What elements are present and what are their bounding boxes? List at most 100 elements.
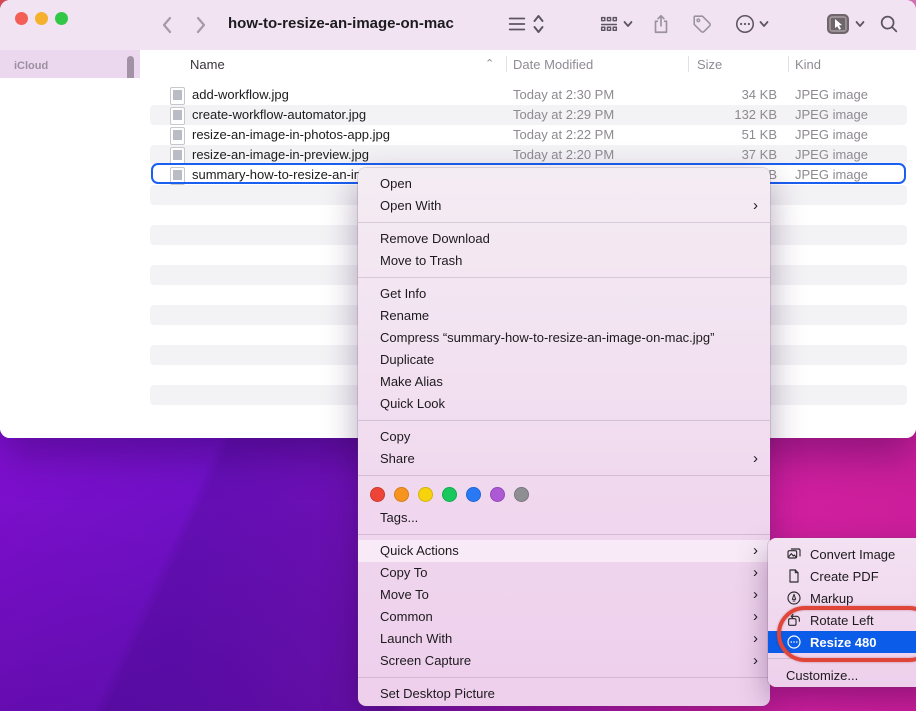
zoom-button[interactable] bbox=[55, 12, 68, 25]
menu-item-make-alias[interactable]: Make Alias bbox=[358, 371, 770, 393]
submenu-item-label: Markup bbox=[810, 591, 853, 606]
menu-separator bbox=[358, 672, 770, 683]
menu-item-set-desktop-picture[interactable]: Set Desktop Picture bbox=[358, 683, 770, 705]
menu-item-remove-download[interactable]: Remove Download bbox=[358, 228, 770, 250]
menu-separator bbox=[358, 272, 770, 283]
menu-item-get-info[interactable]: Get Info bbox=[358, 283, 770, 305]
tag-color-dot[interactable] bbox=[466, 487, 481, 502]
column-header-date[interactable]: Date Modified bbox=[513, 57, 593, 72]
chevron-right-icon: › bbox=[753, 628, 758, 650]
annotation-circle bbox=[777, 606, 916, 662]
submenu-item-customize[interactable]: Customize... bbox=[768, 664, 916, 686]
minimize-button[interactable] bbox=[35, 12, 48, 25]
menu-item-label: Duplicate bbox=[380, 352, 434, 367]
file-kind: JPEG image bbox=[795, 127, 868, 142]
file-thumbnail-icon bbox=[170, 107, 185, 125]
menu-item-label: Quick Look bbox=[380, 396, 445, 411]
menu-item-share[interactable]: Share › bbox=[358, 448, 770, 470]
view-chevrons-icon[interactable] bbox=[532, 13, 556, 37]
file-thumbnail-icon bbox=[170, 87, 185, 105]
submenu-item-label: Customize... bbox=[786, 668, 858, 683]
submenu-item-label: Convert Image bbox=[810, 547, 895, 562]
submenu-item-convert-image[interactable]: Convert Image bbox=[768, 543, 916, 565]
chevron-right-icon: › bbox=[753, 540, 758, 562]
file-name: create-workflow-automator.jpg bbox=[192, 107, 366, 122]
list-header: Name ⌃ Date Modified Size Kind bbox=[140, 50, 916, 79]
window-title: how-to-resize-an-image-on-mac bbox=[228, 15, 454, 32]
tag-color-dot[interactable] bbox=[514, 487, 529, 502]
menu-separator bbox=[358, 217, 770, 228]
menu-item-move-to-trash[interactable]: Move to Trash bbox=[358, 250, 770, 272]
group-chevron-icon[interactable] bbox=[622, 18, 634, 30]
table-row[interactable]: add-workflow.jpgToday at 2:30 PM34 KBJPE… bbox=[150, 85, 907, 105]
search-icon[interactable] bbox=[878, 13, 902, 37]
file-kind: JPEG image bbox=[795, 87, 868, 102]
menu-item-screen-capture[interactable]: Screen Capture › bbox=[358, 650, 770, 672]
list-view-icon[interactable] bbox=[506, 13, 530, 37]
chevron-right-icon: › bbox=[753, 650, 758, 672]
tag-color-dot[interactable] bbox=[394, 487, 409, 502]
menu-item-copy[interactable]: Copy bbox=[358, 426, 770, 448]
chevron-right-icon: › bbox=[753, 448, 758, 470]
menu-item-label: Copy To bbox=[380, 565, 427, 580]
file-kind: JPEG image bbox=[795, 147, 868, 162]
file-kind: JPEG image bbox=[795, 107, 868, 122]
menu-item-compress-summary-how-to-resize-an-image-on-mac-jpg[interactable]: Compress “summary-how-to-resize-an-image… bbox=[358, 327, 770, 349]
menu-item-quick-actions[interactable]: Quick Actions› bbox=[358, 540, 770, 562]
menu-item-tags[interactable]: Tags... bbox=[358, 507, 770, 529]
capture-chevron-icon[interactable] bbox=[854, 18, 866, 30]
sort-ascending-icon: ⌃ bbox=[485, 57, 494, 70]
more-chevron-icon[interactable] bbox=[758, 18, 770, 30]
back-button[interactable] bbox=[156, 13, 180, 37]
menu-item-quick-look[interactable]: Quick Look bbox=[358, 393, 770, 415]
tag-icon[interactable] bbox=[691, 13, 715, 37]
menu-item-launch-with[interactable]: Launch With› bbox=[358, 628, 770, 650]
group-by-icon[interactable] bbox=[598, 13, 622, 37]
menu-item-label: Share bbox=[380, 451, 415, 466]
column-header-size[interactable]: Size bbox=[697, 57, 722, 72]
menu-item-label: Get Info bbox=[380, 286, 426, 301]
menu-item-label: Rename bbox=[380, 308, 429, 323]
menu-item-label: Compress “summary-how-to-resize-an-image… bbox=[380, 330, 714, 345]
table-row[interactable]: resize-an-image-in-preview.jpgToday at 2… bbox=[150, 145, 907, 165]
screen-capture-icon[interactable] bbox=[826, 13, 850, 37]
menu-item-label: Open bbox=[380, 176, 412, 191]
menu-separator bbox=[358, 529, 770, 540]
menu-item-move-to[interactable]: Move To› bbox=[358, 584, 770, 606]
sidebar-section-title: iCloud bbox=[0, 50, 140, 76]
menu-item-label: Screen Capture bbox=[380, 653, 471, 668]
file-thumbnail-icon bbox=[170, 127, 185, 145]
tag-color-dot[interactable] bbox=[370, 487, 385, 502]
column-header-kind[interactable]: Kind bbox=[795, 57, 821, 72]
menu-item-label: Copy bbox=[380, 429, 410, 444]
menu-item-rename[interactable]: Rename bbox=[358, 305, 770, 327]
menu-item-duplicate[interactable]: Duplicate bbox=[358, 349, 770, 371]
more-icon[interactable] bbox=[734, 13, 758, 37]
close-button[interactable] bbox=[15, 12, 28, 25]
menu-item-open-with[interactable]: Open With› bbox=[358, 195, 770, 217]
file-date: Today at 2:29 PM bbox=[513, 107, 614, 122]
menu-item-label: Tags... bbox=[380, 510, 418, 525]
forward-button[interactable] bbox=[188, 13, 212, 37]
share-icon[interactable] bbox=[650, 13, 674, 37]
file-size: 132 KB bbox=[630, 107, 777, 122]
menu-item-copy-to[interactable]: Copy To› bbox=[358, 562, 770, 584]
file-size: 34 KB bbox=[630, 87, 777, 102]
menu-item-common[interactable]: Common› bbox=[358, 606, 770, 628]
tag-color-dot[interactable] bbox=[418, 487, 433, 502]
menu-item-label: Move To bbox=[380, 587, 429, 602]
submenu-item-create-pdf[interactable]: Create PDF bbox=[768, 565, 916, 587]
table-row[interactable]: resize-an-image-in-photos-app.jpgToday a… bbox=[150, 125, 907, 145]
tag-color-dot[interactable] bbox=[442, 487, 457, 502]
convert-image-icon bbox=[786, 546, 802, 562]
menu-item-open[interactable]: Open bbox=[358, 173, 770, 195]
tag-color-dot[interactable] bbox=[490, 487, 505, 502]
chevron-right-icon: › bbox=[753, 195, 758, 217]
table-row[interactable]: create-workflow-automator.jpg Today at 2:… bbox=[150, 105, 907, 125]
chevron-right-icon: › bbox=[753, 606, 758, 628]
menu-separator bbox=[358, 415, 770, 426]
column-header-name[interactable]: Name bbox=[190, 57, 225, 72]
menu-separator bbox=[358, 470, 770, 481]
file-date: Today at 2:30 PM bbox=[513, 87, 614, 102]
markup-icon bbox=[786, 590, 802, 606]
